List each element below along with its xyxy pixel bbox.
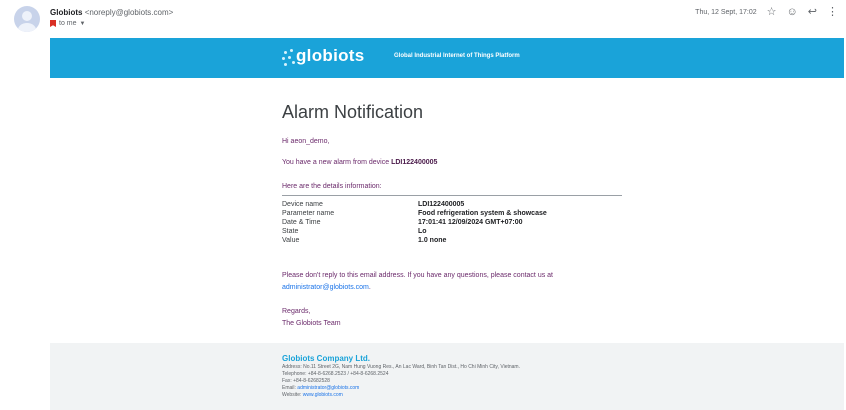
sender-line: Globiots <noreply@globiots.com> [50,8,173,17]
sender-name[interactable]: Globiots [50,8,82,17]
greeting: Hi aeon_demo, [282,138,330,145]
alarm-device-id: LDI122400005 [391,159,438,166]
details-table: Device name LDI122400005 Parameter name … [282,201,622,246]
details-divider [282,195,622,196]
footer-email-line: Email: administrator@globiots.com [282,386,520,391]
detail-row: Parameter name Food refrigeration system… [282,210,622,219]
chevron-down-icon[interactable]: ▼ [80,21,86,27]
email-body: globiots Global Industrial Internet of T… [50,38,844,410]
detail-row: State Lo [282,228,622,237]
detail-value: Food refrigeration system & showcase [418,210,547,217]
detail-label: Value [282,237,300,244]
detail-row: Device name LDI122400005 [282,201,622,210]
globiots-logo: globiots [282,45,370,71]
recipient-line[interactable]: to me ▼ [50,20,85,27]
detail-row: Value 1.0 none [282,237,622,246]
footer-telephone: Telephone: +84-8-6268.2523 / +84-8-6268.… [282,371,389,377]
team-signature: The Globiots Team [282,320,341,327]
footer-website-line: Website: www.globiots.com [282,393,520,398]
header-actions: Thu, 12 Sept, 17:02 ☆ ☺ ↩ ⋮ [695,7,838,18]
emoji-icon[interactable]: ☺ [787,7,798,18]
footer-address: Address: No.11 Street 2G, Nam Hung Vuong… [282,364,520,370]
company-name: Globiots Company Ltd. [282,354,370,363]
more-icon[interactable]: ⋮ [827,7,838,18]
contact-text: Please don't reply to this email address… [282,272,553,279]
contact-email-link[interactable]: administrator@globiots.com [282,284,369,291]
star-icon[interactable]: ☆ [767,7,777,18]
reply-icon[interactable]: ↩ [808,7,817,18]
detail-label: Parameter name [282,210,335,217]
email-header: Globiots <noreply@globiots.com> to me ▼ … [0,0,846,38]
email-date: Thu, 12 Sept, 17:02 [695,9,757,16]
footer-fax: Fax: +84-8-62682528 [282,378,330,384]
detail-value: LDI122400005 [418,201,465,208]
footer-website-label: Website: [282,392,302,398]
brand-banner: globiots Global Industrial Internet of T… [50,38,844,78]
sender-avatar[interactable] [14,6,40,32]
important-label-icon [50,20,56,27]
details-intro: Here are the details information: [282,183,382,190]
detail-value: 17:01:41 12/09/2024 GMT+07:00 [418,219,523,226]
contact-line: administrator@globiots.com. [282,284,371,291]
footer-email-link[interactable]: administrator@globiots.com [297,385,359,391]
detail-value: Lo [418,228,427,235]
detail-row: Date & Time 17:01:41 12/09/2024 GMT+07:0… [282,219,622,228]
banner-tagline: Global Industrial Internet of Things Pla… [394,53,520,59]
detail-label: Date & Time [282,219,321,226]
footer-email-label: Email: [282,385,296,391]
alarm-intro-line: You have a new alarm from device LDI1224… [282,159,437,166]
detail-label: State [282,228,299,235]
footer-content: Globiots Company Ltd. Address: No.11 Str… [282,354,520,398]
recipient-text: to me [59,20,77,27]
regards: Regards, [282,308,311,315]
email-title: Alarm Notification [282,102,424,122]
email-footer: Globiots Company Ltd. Address: No.11 Str… [50,343,844,410]
detail-value: 1.0 none [418,237,447,244]
alarm-intro: You have a new alarm from device [282,159,390,166]
sender-email: <noreply@globiots.com> [84,8,174,17]
contact-end: . [368,284,371,291]
detail-label: Device name [282,201,323,208]
logo-text: globiots [296,46,365,65]
footer-website-link[interactable]: www.globiots.com [303,392,343,398]
